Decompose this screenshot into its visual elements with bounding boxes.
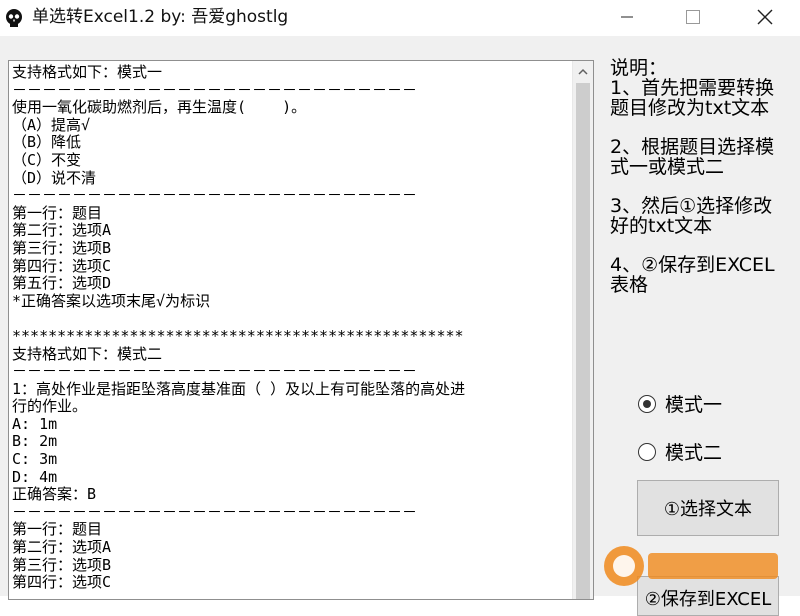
radio-circle-unchecked[interactable]: [638, 442, 656, 461]
textarea-line: （D）说不清: [12, 168, 97, 187]
format-textarea[interactable]: 支持格式如下：模式一 －－－－－－－－－－－－－－－－－－－－－－－－－－－ 使用一…: [8, 60, 594, 600]
textarea-line: 第三行：选项B: [12, 238, 112, 257]
textarea-line: B: 2m: [12, 432, 58, 451]
textarea-line: 第一行：题目: [12, 203, 103, 222]
textarea-line: （C）不变: [12, 150, 82, 169]
watermark-logo: [600, 540, 790, 590]
window-title: 单选转Excel1.2 by: 吾爱ghostlg: [32, 7, 289, 27]
textarea-line: 1：高处作业是指距坠落高度基准面（ ）及以上有可能坠落的高处进: [12, 379, 466, 398]
title-bar: 单选转Excel1.2 by: 吾爱ghostlg: [0, 0, 800, 36]
radio-dot: [643, 399, 651, 408]
textarea-line: ****************************************…: [12, 326, 464, 345]
mode1-radio[interactable]: 模式一: [638, 390, 722, 417]
instruction-step-1: 1、首先把需要转换题目修改为txt文本: [610, 77, 775, 119]
textarea-line: 支持格式如下：模式二: [12, 344, 163, 363]
close-icon: [757, 9, 773, 25]
textarea-line: 使用一氧化碳助燃剂后，再生温度( )。: [12, 98, 307, 117]
textarea-content: 支持格式如下：模式一 －－－－－－－－－－－－－－－－－－－－－－－－－－－ 使用一…: [12, 64, 572, 592]
textarea-line: D: 4m: [12, 467, 58, 486]
mode1-label[interactable]: 模式一: [665, 390, 722, 417]
minimize-button[interactable]: [604, 0, 650, 34]
instruction-step-4: 4、②保存到EXCEL表格: [610, 254, 775, 296]
textarea-line: 第四行：选项C: [12, 256, 112, 275]
textarea-line: 第四行：选项C: [12, 573, 112, 592]
maximize-button[interactable]: [670, 0, 716, 34]
textarea-line: [12, 310, 572, 328]
textarea-line: 第二行：选项A: [12, 221, 112, 240]
textarea-line: 行的作业。: [12, 397, 88, 416]
close-button[interactable]: [742, 0, 788, 34]
textarea-line: （B）降低: [12, 133, 82, 152]
textarea-line: 支持格式如下：模式一: [12, 64, 163, 81]
textarea-line: 第三行：选项B: [12, 555, 112, 574]
textarea-line: －－－－－－－－－－－－－－－－－－－－－－－－－－－: [12, 186, 418, 205]
textarea-line: 第五行：选项D: [12, 274, 112, 293]
instructions-panel: 说明： 1、首先把需要转换题目修改为txt文本 2、根据题目选择模式一或模式二 …: [610, 58, 790, 314]
instruction-step-2: 2、根据题目选择模式一或模式二: [610, 136, 775, 178]
textarea-line: 第二行：选项A: [12, 538, 112, 557]
scroll-up-arrow-icon: [578, 68, 588, 75]
textarea-line: 正确答案：B: [12, 485, 97, 504]
app-skull-icon: [4, 8, 24, 28]
select-text-button[interactable]: ①选择文本: [637, 480, 779, 536]
radio-circle-checked[interactable]: [638, 394, 656, 413]
mode2-label[interactable]: 模式二: [665, 438, 722, 465]
mode2-radio[interactable]: 模式二: [638, 438, 722, 465]
textarea-line: －－－－－－－－－－－－－－－－－－－－－－－－－－－: [12, 362, 418, 381]
instructions-title: 说明：: [610, 57, 668, 79]
textarea-line: 第一行：题目: [12, 520, 103, 539]
instruction-step-3: 3、然后①选择修改好的txt文本: [610, 195, 773, 237]
textarea-line: A: 1m: [12, 414, 58, 433]
scroll-thumb[interactable]: [576, 83, 590, 599]
textarea-line: －－－－－－－－－－－－－－－－－－－－－－－－－－－: [12, 502, 418, 521]
textarea-line: （A）提高√: [12, 115, 91, 134]
textarea-line: －－－－－－－－－－－－－－－－－－－－－－－－－－－: [12, 80, 418, 99]
minimize-icon: [621, 16, 633, 18]
vertical-scrollbar[interactable]: [572, 61, 593, 599]
client-area: 支持格式如下：模式一 －－－－－－－－－－－－－－－－－－－－－－－－－－－ 使用一…: [0, 36, 800, 616]
maximize-icon: [686, 10, 700, 24]
textarea-line: *正确答案以选项末尾√为标识: [12, 291, 211, 310]
scroll-up-button[interactable]: [573, 61, 593, 81]
textarea-line: C: 3m: [12, 450, 58, 469]
